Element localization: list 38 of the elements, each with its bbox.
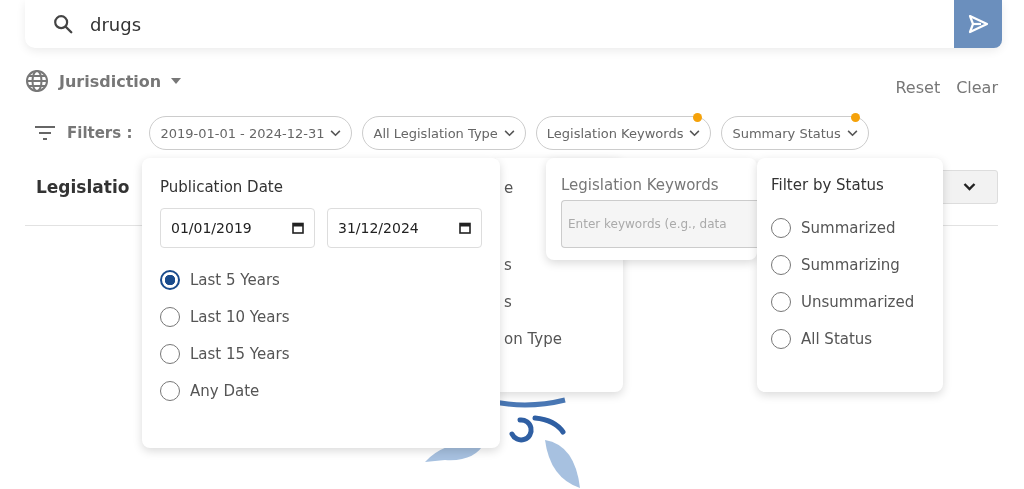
- panel-title: Filter by Status: [771, 176, 884, 194]
- type-option[interactable]: s: [504, 247, 512, 284]
- caret-icon: [171, 78, 182, 84]
- calendar-icon: [292, 222, 304, 234]
- filters-label: Filters :: [67, 124, 133, 142]
- select-dropdown[interactable]: [940, 170, 998, 204]
- chevron-icon: [689, 129, 701, 137]
- type-option[interactable]: e: [504, 166, 514, 210]
- send-button[interactable]: [954, 0, 1002, 48]
- radio-option[interactable]: Summarized: [771, 216, 929, 240]
- calendar-icon: [459, 222, 471, 234]
- filter-icon: [35, 126, 55, 140]
- type-option[interactable]: on Type: [504, 321, 562, 358]
- chevron-icon: [846, 129, 858, 137]
- globe-icon: [25, 69, 49, 93]
- radio-option[interactable]: Summarizing: [771, 253, 929, 277]
- radio-option[interactable]: Last 10 Years: [160, 305, 482, 329]
- chevron-icon: [330, 129, 342, 137]
- send-icon: [966, 12, 990, 36]
- radio-option[interactable]: Last 15 Years: [160, 342, 482, 366]
- date-field[interactable]: 01/01/2019: [160, 208, 315, 248]
- type-option[interactable]: s: [504, 284, 512, 321]
- radio-option[interactable]: Last 5 Years: [160, 268, 482, 292]
- action-link[interactable]: Reset: [895, 77, 941, 97]
- radio-option[interactable]: Unsummarized: [771, 290, 929, 314]
- radio-option[interactable]: All Status: [771, 327, 929, 351]
- chevron-icon: [503, 129, 515, 137]
- search-icon: [52, 13, 74, 35]
- jurisdiction-dropdown[interactable]: Jurisdiction: [25, 69, 182, 93]
- panel-title: Legislation Keywords: [561, 176, 719, 194]
- panel-title: Publication Date: [160, 178, 284, 196]
- search-input[interactable]: drugs: [88, 12, 954, 36]
- chevron-icon: [962, 183, 976, 191]
- action-link[interactable]: Clear: [956, 77, 998, 97]
- section-heading: Legislatio: [36, 177, 130, 197]
- radio-option[interactable]: Any Date: [160, 379, 482, 403]
- keywords-field[interactable]: Enter keywords (e.g., data: [561, 200, 757, 248]
- date-field[interactable]: 31/12/2024: [327, 208, 482, 248]
